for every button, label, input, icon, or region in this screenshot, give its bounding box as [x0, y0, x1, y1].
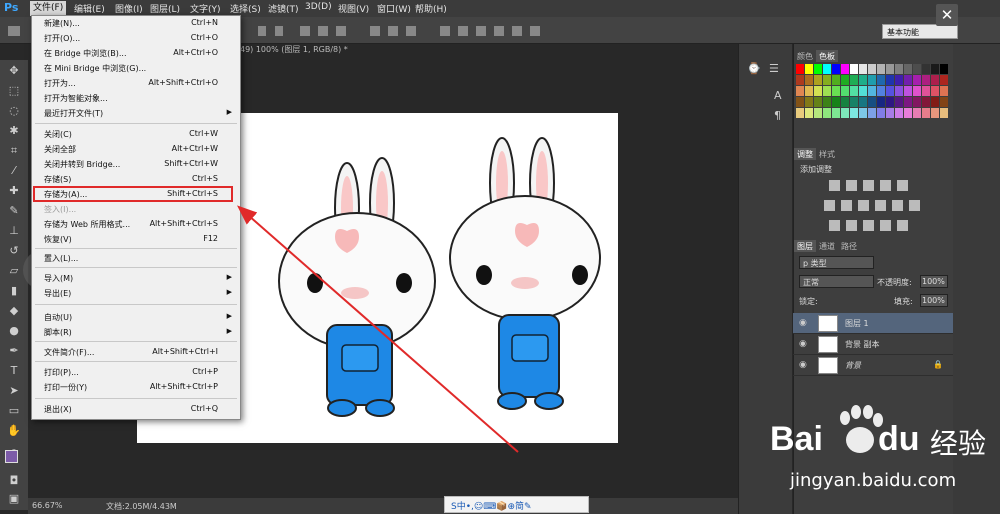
annotation-arrow — [236, 205, 519, 453]
